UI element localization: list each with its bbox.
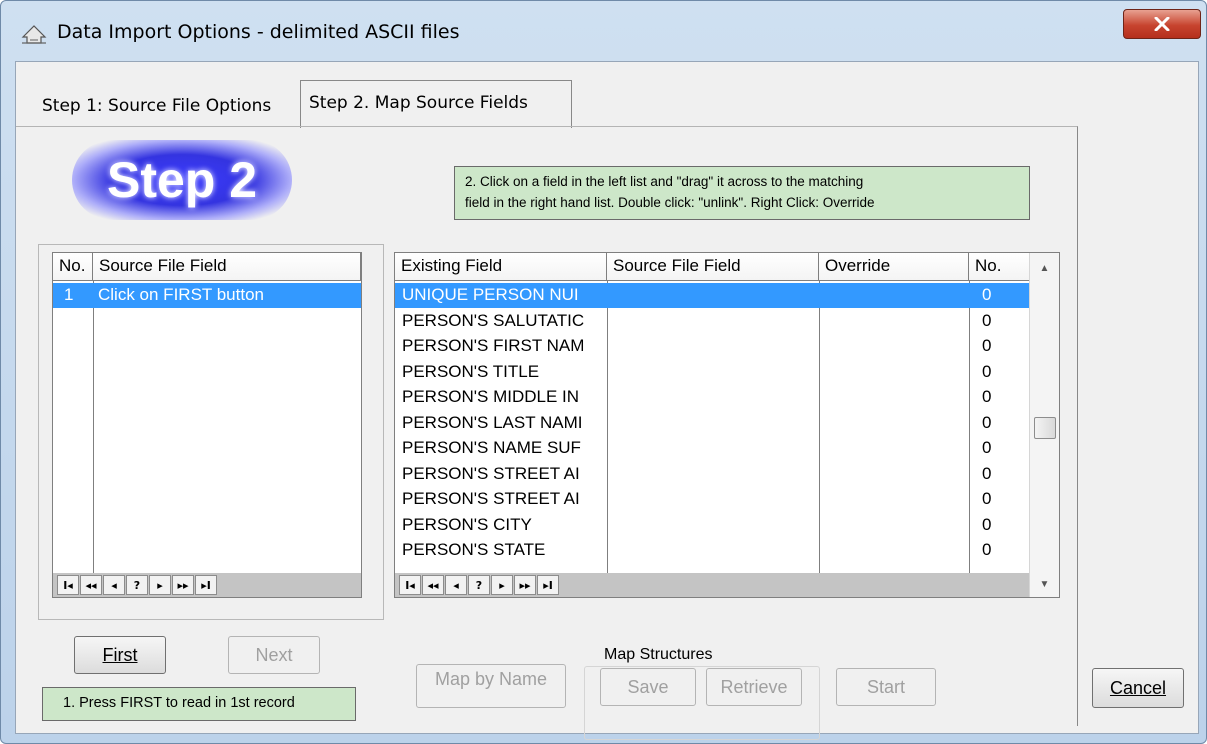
row-existing-field: PERSON'S MIDDLE IN xyxy=(402,387,580,406)
start-button[interactable]: Start xyxy=(836,668,936,706)
drag-instructions: 2. Click on a field in the left list and… xyxy=(454,166,1030,220)
nav-prev-page-button[interactable]: ◂◂ xyxy=(80,575,102,595)
source-field-grid[interactable]: No. Source File Field 1 Click on FIRST b… xyxy=(52,252,362,598)
dialog-window: Data Import Options - delimited ASCII fi… xyxy=(0,0,1207,744)
close-icon xyxy=(1154,17,1170,31)
row-existing-field: PERSON'S STREET AI xyxy=(402,489,580,508)
tab-map-source-fields[interactable]: Step 2. Map Source Fields xyxy=(300,80,572,128)
step-logo: Step 2 xyxy=(72,140,292,220)
tab-source-file-options[interactable]: Step 1: Source File Options xyxy=(38,92,275,126)
first-record-hint: 1. Press FIRST to read in 1st record xyxy=(42,687,356,721)
save-button[interactable]: Save xyxy=(600,668,696,706)
dialog-client-area: Step 1: Source File Options Step 2. Map … xyxy=(15,61,1199,740)
save-button-label: Save xyxy=(627,676,669,697)
retrieve-button-label: Retrieve xyxy=(720,676,788,697)
map-by-name-button[interactable]: Map by Name xyxy=(416,664,566,708)
nav-last-button[interactable]: ▸I xyxy=(537,575,559,595)
step-logo-text: Step 2 xyxy=(106,152,258,208)
nav-search-button[interactable]: ? xyxy=(126,575,148,595)
table-row[interactable]: PERSON'S NAME SUF 0 xyxy=(395,436,1029,461)
window-title: Data Import Options - delimited ASCII fi… xyxy=(57,21,460,43)
row-existing-field: PERSON'S NAME SUF xyxy=(402,438,581,457)
row-number: 0 xyxy=(982,514,992,534)
nav-prev-button[interactable]: ◂ xyxy=(445,575,467,595)
table-row[interactable]: PERSON'S MIDDLE IN 0 xyxy=(395,385,1029,410)
row-existing-field: PERSON'S STATE xyxy=(402,540,546,559)
row-existing-field: PERSON'S STREET AI xyxy=(402,463,580,483)
table-row[interactable]: PERSON'S STREET AI 0 xyxy=(395,487,1029,512)
row-number: 0 xyxy=(982,285,992,304)
first-button[interactable]: First xyxy=(74,636,166,674)
next-button-label: Next xyxy=(255,644,293,665)
row-number: 0 xyxy=(982,310,992,330)
nav-first-button[interactable]: I◂ xyxy=(57,575,79,595)
drag-instructions-line1: 2. Click on a field in the left list and… xyxy=(465,174,864,189)
nav-next-button[interactable]: ▸ xyxy=(491,575,513,595)
drag-instructions-line2: field in the right hand list. Double cli… xyxy=(465,195,875,210)
column-header-no[interactable]: No. xyxy=(969,253,1029,281)
cancel-button[interactable]: Cancel xyxy=(1092,668,1184,708)
source-grid-navigator: I◂ ◂◂ ◂ ? ▸ ▸▸ ▸I xyxy=(53,573,361,597)
row-number: 0 xyxy=(982,540,992,559)
scroll-down-icon[interactable]: ▼ xyxy=(1030,575,1059,595)
column-header-source-field[interactable]: Source File Field xyxy=(93,253,361,281)
nav-next-button[interactable]: ▸ xyxy=(149,575,171,595)
cancel-button-label: Cancel xyxy=(1109,677,1167,698)
row-existing-field: PERSON'S LAST NAMI xyxy=(402,412,583,432)
scroll-up-icon[interactable]: ▲ xyxy=(1030,259,1059,279)
retrieve-button[interactable]: Retrieve xyxy=(706,668,802,706)
table-row[interactable]: PERSON'S TITLE 0 xyxy=(395,360,1029,385)
close-button[interactable] xyxy=(1123,9,1201,39)
column-header-override[interactable]: Override xyxy=(819,253,969,281)
table-row[interactable]: UNIQUE PERSON NUI 0 xyxy=(395,283,1029,308)
nav-next-page-button[interactable]: ▸▸ xyxy=(172,575,194,595)
start-button-label: Start xyxy=(866,676,905,697)
scroll-thumb[interactable] xyxy=(1034,417,1056,439)
row-number: 0 xyxy=(982,361,992,381)
table-row[interactable]: PERSON'S FIRST NAM 0 xyxy=(395,334,1029,359)
row-number: 0 xyxy=(982,387,992,406)
row-existing-field: PERSON'S FIRST NAM xyxy=(402,336,585,355)
mapping-grid-navigator: I◂ ◂◂ ◂ ? ▸ ▸▸ ▸I xyxy=(395,573,1029,597)
nav-first-button[interactable]: I◂ xyxy=(399,575,421,595)
column-header-source-file-field[interactable]: Source File Field xyxy=(607,253,819,281)
row-existing-field: PERSON'S SALUTATIC xyxy=(402,310,585,330)
table-row[interactable]: PERSON'S STATE 0 xyxy=(395,538,1029,563)
table-row[interactable]: PERSON'S STREET AI 0 xyxy=(395,462,1029,487)
table-row[interactable]: PERSON'S CITY 0 xyxy=(395,513,1029,538)
row-number: 0 xyxy=(982,463,992,483)
table-row[interactable]: PERSON'S SALUTATIC 0 xyxy=(395,309,1029,334)
next-button[interactable]: Next xyxy=(228,636,320,674)
column-header-no[interactable]: No. xyxy=(53,253,93,281)
map-by-name-label: Map by Name xyxy=(434,669,548,689)
nav-search-button[interactable]: ? xyxy=(468,575,490,595)
first-button-label: First xyxy=(102,644,138,665)
row-number: 1 xyxy=(64,285,74,304)
row-existing-field: PERSON'S TITLE xyxy=(402,361,540,381)
row-number: 0 xyxy=(982,489,992,508)
table-row[interactable]: 1 Click on FIRST button xyxy=(53,283,361,308)
nav-last-button[interactable]: ▸I xyxy=(195,575,217,595)
nav-prev-page-button[interactable]: ◂◂ xyxy=(422,575,444,595)
row-number: 0 xyxy=(982,336,992,355)
row-number: 0 xyxy=(982,412,992,432)
column-header-existing-field[interactable]: Existing Field xyxy=(395,253,607,281)
row-existing-field: UNIQUE PERSON NUI xyxy=(402,285,579,304)
nav-prev-button[interactable]: ◂ xyxy=(103,575,125,595)
row-source-field: Click on FIRST button xyxy=(98,285,264,304)
row-number: 0 xyxy=(982,438,992,457)
nav-next-page-button[interactable]: ▸▸ xyxy=(514,575,536,595)
import-icon xyxy=(21,25,47,44)
field-mapping-grid[interactable]: Existing Field Source File Field Overrid… xyxy=(394,252,1060,598)
title-bar: Data Import Options - delimited ASCII fi… xyxy=(1,1,1206,59)
table-row[interactable]: PERSON'S LAST NAMI 0 xyxy=(395,411,1029,436)
map-structures-label: Map Structures xyxy=(598,646,719,664)
row-existing-field: PERSON'S CITY xyxy=(402,514,532,534)
mapping-grid-scrollbar[interactable]: ▲ ▼ xyxy=(1029,253,1059,597)
